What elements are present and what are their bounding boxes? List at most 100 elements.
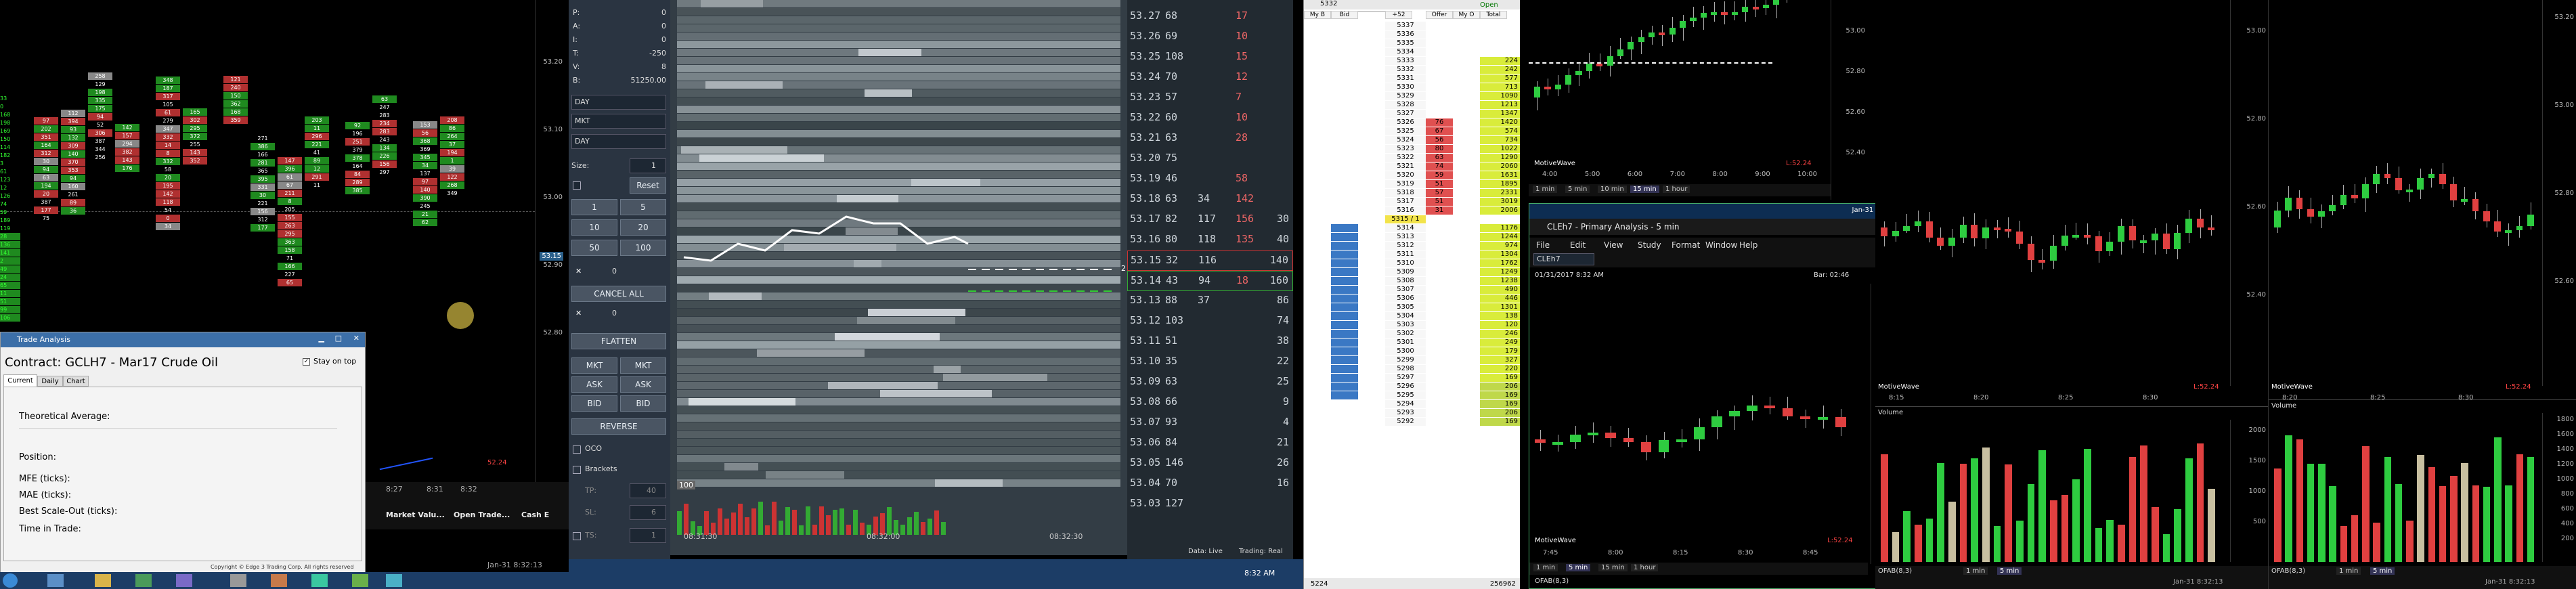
ladder-row[interactable]: 53.20 75 — [1127, 149, 1293, 169]
buy-mkt-button[interactable]: MKT — [571, 357, 617, 374]
primary-analysis-window[interactable]: CLEh7 - Primary Analysis - 5 min Jan-31 … — [1529, 203, 1908, 589]
tab-current[interactable]: Current — [3, 374, 37, 387]
ladder-row[interactable]: 53.09 63 25 — [1127, 372, 1293, 393]
cancel-all-button[interactable]: CANCEL ALL — [571, 286, 666, 302]
tab-daily[interactable]: Daily — [37, 376, 63, 387]
app-icon[interactable] — [176, 574, 192, 587]
interval-1hour[interactable]: 1 hour — [1663, 186, 1690, 193]
interval-1min[interactable]: 1 min — [1963, 567, 1988, 575]
price-ladder[interactable]: 53.27 68 17 53.26 69 10 53.25 108 15 53.24 70 12 53.… — [1127, 0, 1293, 555]
start-icon[interactable] — [3, 573, 18, 588]
buy-bid-button[interactable]: BID — [571, 395, 617, 412]
ladder-row[interactable]: 53.03 127 — [1127, 494, 1293, 515]
ladder-row[interactable]: 53.26 69 10 — [1127, 27, 1293, 47]
brackets-checkbox[interactable] — [573, 466, 581, 474]
app-icon[interactable] — [352, 574, 368, 587]
menu-view[interactable]: View — [1604, 240, 1623, 250]
reset-button[interactable]: Reset — [630, 177, 666, 194]
ladder-row[interactable]: 53.19 46 58 — [1127, 169, 1293, 190]
tab-open-trade[interactable]: Open Trade... — [454, 510, 510, 519]
interval-1hour[interactable]: 1 hour — [1631, 564, 1659, 571]
symbol-select[interactable]: CLEh7 — [1533, 253, 1594, 265]
checkbox[interactable] — [573, 181, 581, 190]
qty-20-button[interactable]: 20 — [620, 219, 666, 236]
stay-on-top-checkbox[interactable]: ✓ — [303, 358, 310, 366]
buy-ask-button[interactable]: ASK — [571, 376, 617, 393]
window-titlebar[interactable]: Trade Analysis ▁ □ ✕ — [1, 332, 365, 347]
ladder-row[interactable]: 53.21 63 28 — [1127, 129, 1293, 149]
interval-5min[interactable]: 5 min — [1565, 186, 1590, 193]
ladder-row[interactable]: 53.13 88 37 86 — [1127, 291, 1293, 311]
order-type-select[interactable]: MKT — [571, 114, 666, 129]
ts-checkbox[interactable] — [573, 532, 581, 540]
menu-help[interactable]: Help — [1739, 240, 1758, 250]
app-icon[interactable] — [311, 574, 328, 587]
ladder-row[interactable]: 53.27 68 17 — [1127, 7, 1293, 27]
ladder-row[interactable]: 53.18 63 34 142 — [1127, 190, 1293, 210]
ladder-row[interactable]: 53.24 70 12 — [1127, 68, 1293, 88]
ladder-row[interactable]: 53.04 70 16 — [1127, 474, 1293, 494]
ladder-row[interactable]: 53.23 57 7 — [1127, 88, 1293, 108]
ie-icon[interactable] — [47, 574, 64, 587]
upper-chart[interactable]: 53.00 52.80 52.60 52.40 MotiveWave L:52.… — [1529, 0, 1867, 200]
qty-5-button[interactable]: 5 — [620, 199, 666, 215]
ts-input[interactable]: 1 — [630, 528, 666, 543]
close-icon[interactable]: ✕ — [575, 309, 582, 318]
dom-window[interactable]: 5332 Open My B Bid +52 Offer My O Total 5337 5336… — [1303, 0, 1520, 589]
trade-analysis-window[interactable]: Trade Analysis ▁ □ ✕ Contract: GCLH7 - M… — [0, 332, 366, 575]
tab-cash[interactable]: Cash E — [521, 510, 549, 519]
sell-bid-button[interactable]: BID — [620, 395, 666, 412]
ladder-row[interactable]: 53.05 146 26 — [1127, 454, 1293, 474]
qty-10-button[interactable]: 10 — [571, 219, 617, 236]
sl-input[interactable]: 6 — [630, 505, 666, 520]
interval-1min[interactable]: 1 min — [1533, 564, 1558, 571]
app-icon[interactable] — [386, 574, 402, 587]
app-icon[interactable] — [135, 574, 152, 587]
ladder-row[interactable]: 53.11 51 38 — [1127, 332, 1293, 352]
ladder-row[interactable]: 53.17 82 117 156 30 — [1127, 210, 1293, 230]
ladder-row[interactable]: 53.16 80 118 135 40 — [1127, 230, 1293, 250]
ladder-row[interactable]: 53.06 84 21 — [1127, 433, 1293, 454]
app-icon[interactable] — [230, 574, 246, 587]
oco-checkbox[interactable] — [573, 445, 581, 454]
ladder-row[interactable]: 53.10 35 22 — [1127, 352, 1293, 372]
ladder-row[interactable]: 53.07 93 4 — [1127, 413, 1293, 433]
sell-ask-button[interactable]: ASK — [620, 376, 666, 393]
interval-1min[interactable]: 1 min — [2336, 567, 2361, 575]
tif2-select[interactable]: DAY — [571, 134, 666, 149]
size-input[interactable]: 1 — [630, 158, 666, 173]
menu-edit[interactable]: Edit — [1570, 240, 1586, 250]
menu-file[interactable]: File — [1536, 240, 1550, 250]
order-heatmap[interactable]: 2 100 08:31:30 08:32:00 08:32:30 — [670, 0, 1127, 555]
flatten-button[interactable]: FLATTEN — [571, 333, 666, 349]
reverse-button[interactable]: REVERSE — [571, 418, 666, 435]
chart-b[interactable]: 53.20 53.00 52.80 52.60 MotiveWave L:52.24 … — [2268, 0, 2576, 589]
minimize-icon[interactable]: ▁ — [319, 334, 324, 343]
interval-10min[interactable]: 10 min — [1598, 186, 1627, 193]
tab-chart[interactable]: Chart — [63, 376, 89, 387]
close-icon[interactable]: ✕ — [575, 267, 582, 276]
interval-5min[interactable]: 5 min — [1997, 567, 2022, 575]
ladder-row[interactable]: 53.15 32 116 140 — [1127, 250, 1293, 271]
qty-100-button[interactable]: 100 — [620, 240, 666, 256]
ladder-row[interactable]: 53.22 60 10 — [1127, 108, 1293, 129]
tab-market-value[interactable]: Market Valu... — [386, 510, 445, 519]
sell-mkt-button[interactable]: MKT — [620, 357, 666, 374]
qty-1-button[interactable]: 1 — [571, 199, 617, 215]
tif-select[interactable]: DAY — [571, 95, 666, 110]
ladder-row[interactable]: 53.12 103 74 — [1127, 311, 1293, 332]
ladder-row[interactable]: 53.25 108 15 — [1127, 47, 1293, 68]
folder-icon[interactable] — [95, 574, 111, 587]
interval-5min[interactable]: 5 min — [2370, 567, 2395, 575]
interval-15min[interactable]: 15 min — [1630, 186, 1659, 193]
chart-a[interactable]: 53.00 52.80 52.60 52.40 MotiveWave L:52.24 … — [1875, 0, 2268, 589]
menu-format[interactable]: Format — [1672, 240, 1700, 250]
interval-5min[interactable]: 5 min — [1566, 564, 1591, 571]
tp-input[interactable]: 40 — [630, 483, 666, 498]
menu-window[interactable]: Window — [1705, 240, 1737, 250]
close-icon[interactable]: ✕ — [353, 334, 359, 343]
interval-1min[interactable]: 1 min — [1533, 186, 1558, 193]
qty-50-button[interactable]: 50 — [571, 240, 617, 256]
ladder-row[interactable]: 53.14 43 94 18 160 — [1127, 271, 1293, 291]
interval-15min[interactable]: 15 min — [1598, 564, 1628, 571]
